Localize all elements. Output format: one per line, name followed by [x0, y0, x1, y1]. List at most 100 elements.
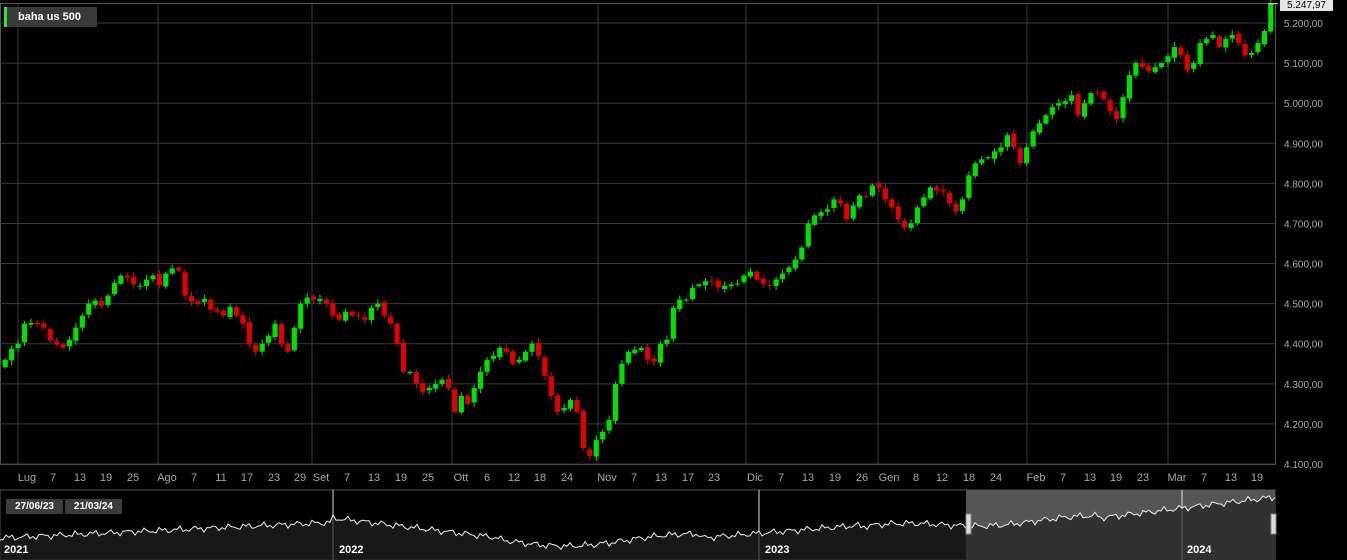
candle-body — [824, 209, 831, 212]
year-label-2022: 2022 — [339, 544, 364, 556]
candle-body — [47, 329, 53, 341]
x-tick-label: 24 — [561, 472, 573, 484]
candle-body — [979, 159, 985, 164]
candle-body — [580, 410, 586, 448]
candle-body — [715, 280, 721, 288]
candle-body — [156, 274, 162, 286]
candle-body — [54, 341, 60, 345]
candle-body — [41, 323, 47, 328]
candle-body — [433, 383, 439, 389]
candle-body — [690, 287, 696, 300]
x-tick-label: Ott — [454, 472, 469, 484]
candle-body — [702, 281, 709, 286]
candle-body — [394, 323, 400, 344]
candle-body — [1017, 148, 1023, 164]
candle-body — [1004, 135, 1010, 147]
candle-body — [837, 200, 843, 204]
candle-body — [221, 310, 227, 316]
candle-body — [696, 284, 702, 287]
candle-body — [1069, 95, 1075, 102]
y-tick-label: 5.100,00 — [1284, 59, 1323, 70]
candle-body — [240, 315, 246, 324]
candle-body — [1216, 36, 1222, 48]
range-end-date[interactable]: 21/03/24 — [65, 499, 122, 514]
candle-body — [420, 383, 426, 392]
candle-body — [188, 296, 195, 302]
candle-body — [400, 342, 407, 372]
candle-body — [124, 275, 130, 278]
candle-body — [1043, 115, 1049, 124]
x-tick-label: 12 — [936, 472, 948, 484]
y-tick-label: 5.000,00 — [1284, 99, 1323, 110]
candle-body — [638, 347, 644, 351]
candle-body — [503, 348, 509, 352]
x-tick-label: 19 — [395, 472, 407, 484]
candle-body — [876, 183, 882, 188]
candle-body — [355, 314, 362, 316]
candle-body — [946, 192, 953, 204]
x-tick-label: Set — [313, 472, 330, 484]
x-tick-label: Mar — [1168, 472, 1187, 484]
candle-body — [484, 359, 490, 372]
candle-body — [1024, 147, 1030, 164]
candle-body — [799, 247, 805, 260]
candle-body — [606, 419, 612, 431]
x-tick-label: 19 — [1251, 472, 1263, 484]
candle-body — [664, 339, 670, 344]
candle-body — [548, 376, 554, 396]
instrument-legend[interactable]: baha us 500 — [4, 7, 97, 27]
chart-grid — [0, 3, 1276, 465]
x-tick-label: 19 — [829, 472, 841, 484]
candle-body — [863, 195, 869, 197]
y-tick-label: 4.500,00 — [1284, 300, 1323, 311]
overview-navigator[interactable] — [0, 488, 1347, 560]
x-tick-label: 7 — [1060, 472, 1066, 484]
candle-body — [754, 271, 760, 280]
candle-body — [1146, 65, 1152, 72]
overview-line — [0, 489, 1277, 560]
candle-body — [972, 163, 978, 177]
candle-body — [1223, 39, 1229, 48]
range-start-date[interactable]: 27/06/23 — [6, 499, 63, 514]
y-tick-label: 4.300,00 — [1284, 380, 1323, 391]
candle-body — [1036, 123, 1043, 133]
candle-body — [895, 206, 901, 220]
candle-body — [1191, 63, 1197, 69]
candle-body — [1152, 67, 1158, 73]
candle-body — [1261, 31, 1267, 45]
candle-body — [927, 187, 933, 199]
candle-body — [844, 203, 850, 220]
candle-body — [143, 279, 150, 287]
candle-body — [812, 215, 818, 225]
candlestick-chart[interactable]: 4.100,00 4.200,00 4.300,00 4.400,00 4.500,00… — [0, 0, 1347, 488]
candle-body — [407, 371, 413, 374]
x-tick-label: 7 — [50, 472, 56, 484]
candle-body — [137, 285, 143, 287]
x-tick-label: 19 — [1110, 472, 1122, 484]
range-handle[interactable] — [965, 513, 972, 535]
candle-body — [831, 199, 837, 208]
candle-body — [317, 298, 323, 302]
x-tick-label: 25 — [422, 472, 434, 484]
candle-body — [1133, 63, 1139, 76]
candle-body — [1171, 47, 1178, 58]
x-tick-label: Nov — [597, 472, 617, 484]
candle-body — [105, 295, 111, 306]
candle-body — [1062, 101, 1068, 105]
candle-body — [1255, 43, 1261, 53]
y-tick-label: 4.600,00 — [1284, 260, 1323, 271]
candle-body — [850, 205, 856, 219]
candle-body — [921, 197, 927, 206]
candle-body — [651, 358, 657, 362]
candle-body — [227, 306, 233, 318]
candle-body — [645, 347, 651, 360]
candle-body — [176, 267, 182, 271]
x-tick-label: Gen — [879, 472, 900, 484]
range-handle[interactable] — [1270, 513, 1277, 535]
x-tick-label: 23 — [708, 472, 720, 484]
candle-body — [1197, 43, 1203, 65]
date-axis: Lug 7 13 19 25 Ago 7 11 17 23 29 Set 7 13 19 25 Ott 6 12 18… — [18, 472, 1263, 484]
candle-body — [632, 349, 638, 354]
candle-body — [1165, 56, 1171, 63]
candle-body — [600, 431, 606, 440]
